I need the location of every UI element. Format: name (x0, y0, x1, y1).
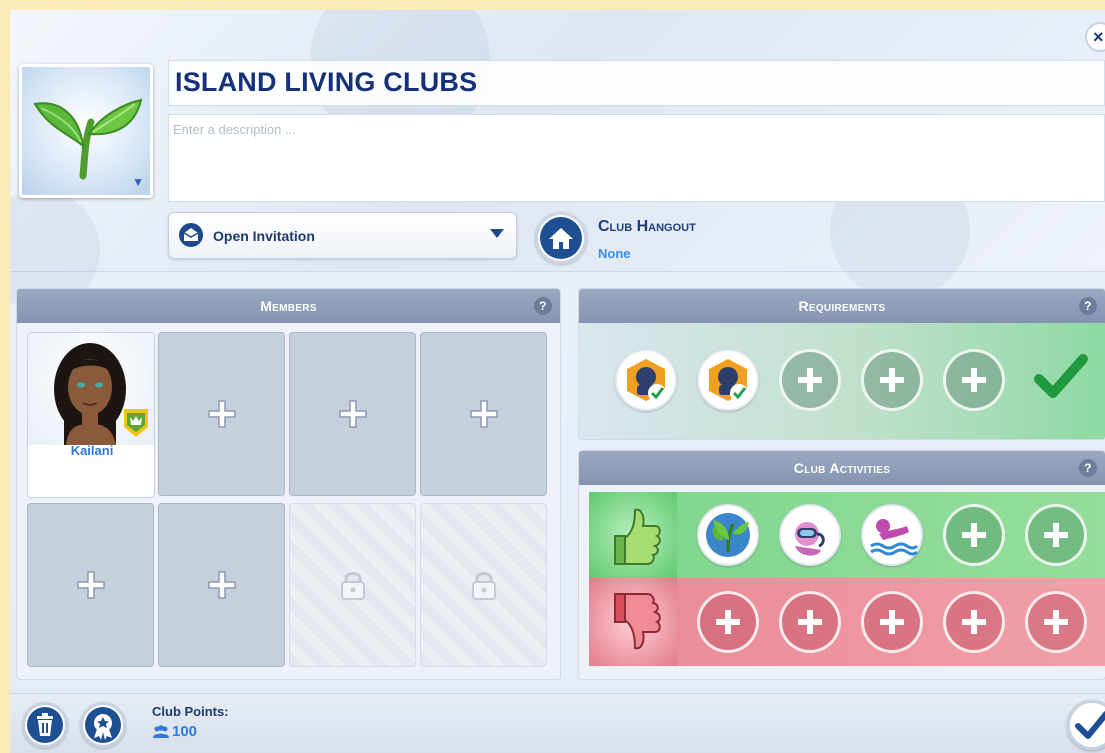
plus-icon (798, 610, 822, 634)
add-liked-activity-button[interactable] (1025, 504, 1087, 566)
requirement-badge[interactable] (615, 349, 677, 411)
club-hangout-title: Club Hangout (598, 218, 696, 235)
plus-icon (962, 368, 986, 392)
liked-activity-badge[interactable] (779, 504, 841, 566)
liked-activity-badge[interactable] (861, 504, 923, 566)
plus-icon (798, 368, 822, 392)
trash-icon (27, 707, 63, 743)
member-slot-locked (420, 503, 547, 667)
description-input[interactable] (173, 119, 1093, 139)
help-icon[interactable]: ? (534, 297, 552, 315)
club-hangout-button[interactable] (535, 212, 587, 264)
member-slot-empty[interactable] (420, 332, 547, 496)
delete-club-button[interactable] (22, 702, 68, 748)
confirm-button[interactable] (1067, 700, 1105, 750)
club-hangout-value: None (598, 246, 631, 261)
description-field[interactable] (168, 114, 1105, 202)
member-slot-empty[interactable] (289, 332, 416, 496)
add-requirement-button[interactable] (779, 349, 841, 411)
club-icon-picker[interactable]: ▼ (19, 64, 153, 198)
sim-requirement-icon (709, 359, 748, 402)
close-icon: × (1093, 27, 1104, 47)
group-icon (153, 725, 169, 738)
lock-icon (340, 572, 365, 600)
club-name: ISLAND LIVING CLUBS (175, 67, 478, 97)
add-requirement-button[interactable] (943, 349, 1005, 411)
chevron-down-icon: ▼ (132, 175, 144, 189)
plus-icon (207, 400, 236, 428)
add-disliked-activity-button[interactable] (1025, 591, 1087, 653)
club-editor-window: × ▼ ISLAND LIVING CLUBS Enter a descript… (10, 10, 1105, 753)
plus-icon (962, 610, 986, 634)
invitation-dropdown[interactable]: Open Invitation (168, 212, 517, 259)
member-portrait (28, 333, 154, 445)
plus-icon (469, 400, 498, 428)
member-card[interactable]: Kailani (27, 332, 155, 498)
requirement-badge[interactable] (697, 349, 759, 411)
add-disliked-activity-button[interactable] (943, 591, 1005, 653)
add-liked-activity-button[interactable] (943, 504, 1005, 566)
plus-icon (716, 610, 740, 634)
plus-icon (76, 571, 105, 599)
member-slot-empty[interactable] (158, 332, 285, 496)
club-name-field[interactable]: ISLAND LIVING CLUBS (168, 60, 1105, 106)
club-header: × ▼ ISLAND LIVING CLUBS Enter a descript… (10, 10, 1105, 310)
help-icon[interactable]: ? (1079, 459, 1097, 477)
swimming-icon (870, 519, 919, 556)
requirements-body (579, 323, 1105, 439)
house-icon (540, 217, 582, 259)
award-ribbon-icon (85, 707, 121, 743)
requirements-panel: Requirements ? (578, 288, 1105, 440)
club-activities-panel: Club Activities ? (578, 450, 1105, 680)
member-slot-empty[interactable] (158, 503, 285, 667)
envelope-icon (179, 223, 203, 247)
plus-icon (207, 571, 236, 599)
club-perks-button[interactable] (80, 702, 126, 748)
disliked-activities-row (589, 578, 1105, 666)
plus-icon (880, 610, 904, 634)
globe-sprout-icon (706, 513, 750, 557)
lock-icon (471, 572, 496, 600)
help-icon[interactable]: ? (1079, 297, 1097, 315)
requirements-title: Requirements (798, 298, 886, 314)
club-points-value: 100 (172, 723, 198, 740)
club-activities-header: Club Activities ? (579, 451, 1105, 485)
requirements-header: Requirements ? (579, 289, 1105, 323)
thumbs-up-icon (614, 508, 661, 565)
members-header: Members ? (17, 289, 560, 323)
plus-icon (1044, 523, 1068, 547)
add-disliked-activity-button[interactable] (861, 591, 923, 653)
member-slot-empty[interactable] (27, 503, 154, 667)
liked-activities-row (589, 492, 1105, 578)
disliked-activities-label (589, 578, 677, 666)
chevron-down-icon (490, 229, 504, 238)
liked-activities-label (589, 492, 677, 578)
checkmark-icon (1034, 354, 1088, 398)
close-button[interactable]: × (1085, 22, 1105, 52)
add-disliked-activity-button[interactable] (697, 591, 759, 653)
liked-activity-badge[interactable] (697, 504, 759, 566)
plus-icon (962, 523, 986, 547)
thumbs-down-icon (614, 593, 661, 650)
club-activities-title: Club Activities (793, 460, 891, 476)
members-panel: Members ? Kailani (16, 288, 561, 680)
invitation-selected-value: Open Invitation (213, 228, 315, 244)
club-points-label: Club Points: (152, 704, 229, 719)
plus-icon (1044, 610, 1068, 634)
checkmark-icon (1075, 711, 1105, 739)
plus-icon (880, 368, 904, 392)
member-name: Kailani (70, 443, 114, 458)
club-footer: Club Points: 100 (10, 693, 1105, 753)
members-title: Members (260, 298, 317, 314)
member-slot-locked (289, 503, 416, 667)
add-disliked-activity-button[interactable] (779, 591, 841, 653)
add-requirement-button[interactable] (861, 349, 923, 411)
plus-icon (338, 400, 367, 428)
sim-requirement-icon (627, 359, 666, 402)
scuba-diver-icon (795, 522, 825, 556)
